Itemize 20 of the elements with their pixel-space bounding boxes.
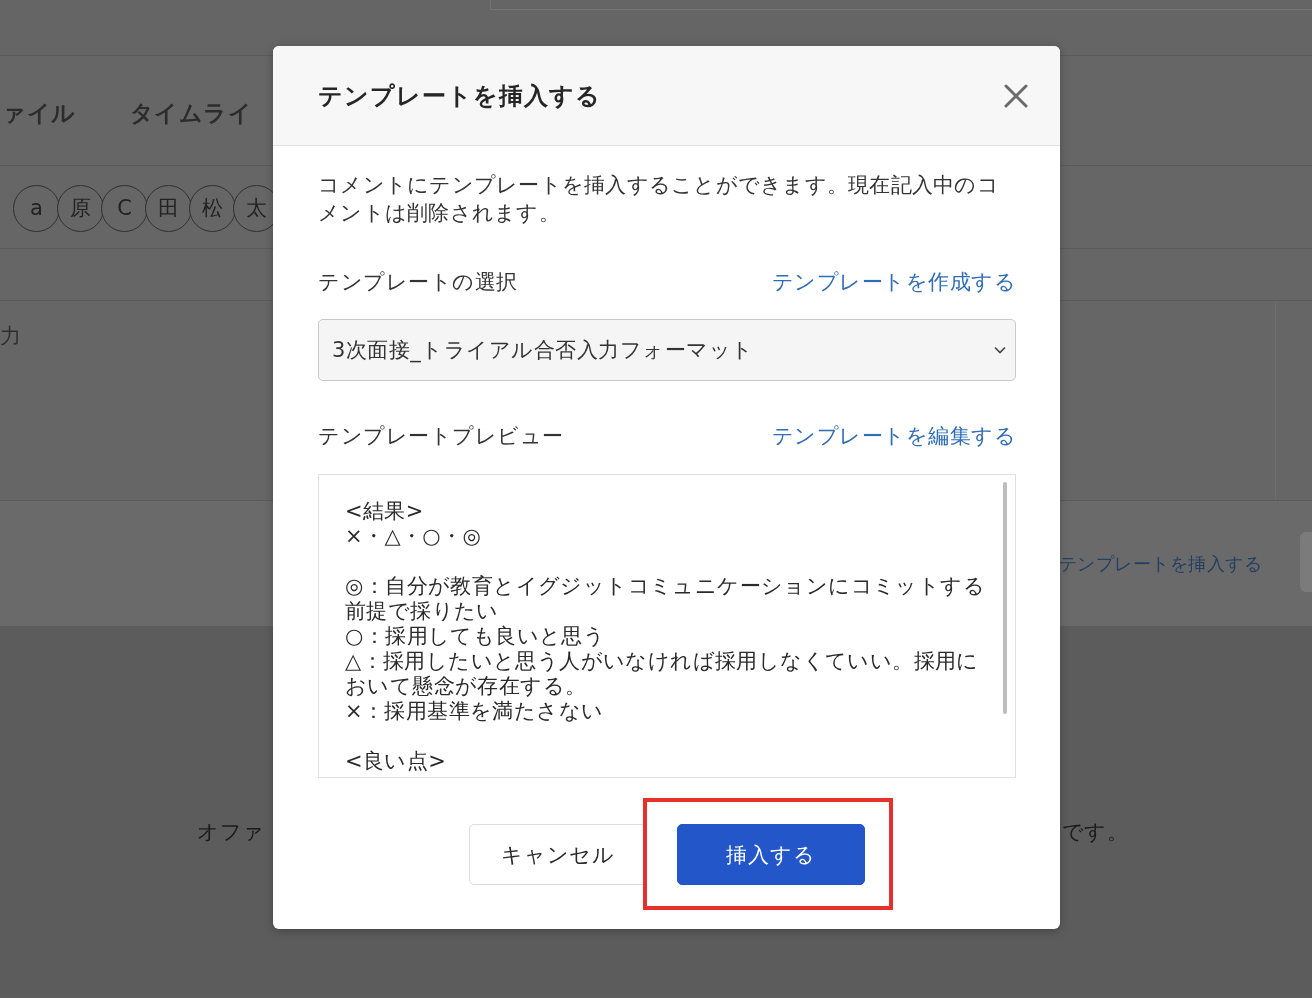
chevron-down-icon (994, 346, 1006, 354)
edit-template-link[interactable]: テンプレートを編集する (771, 423, 1016, 449)
notice-text: オファ (197, 819, 265, 845)
notice-text: です。 (1061, 819, 1128, 845)
field-label: テンプレートプレビュー (318, 423, 564, 449)
avatar: 原 (57, 184, 104, 232)
close-icon (1004, 83, 1028, 108)
dialog-title: テンプレートを挿入する (318, 80, 601, 112)
template-select[interactable]: 3次面接_トライアル合否入力フォーマット (318, 319, 1016, 381)
avatar: 田 (145, 184, 192, 232)
insert-button[interactable]: 挿入する (677, 824, 865, 885)
create-template-link[interactable]: テンプレートを作成する (771, 269, 1016, 295)
preview-text: <結果> ×・△・○・◎ ◎：自分が教育とイグジットコミュニケーションにコミットする前提で採りたい ○：採用しても良いと思う △：採用したいと思う人がいなければ採用しなくていい。採用において懸念が存在する。 ×：採用基準を満たさない <良い点> (345, 499, 986, 774)
close-button[interactable] (1004, 83, 1028, 108)
scrollbar[interactable] (1003, 482, 1007, 714)
avatar: C (101, 184, 148, 232)
dialog-description: コメントにテンプレートを挿入することができます。現在記入中のコメントは削除されます。 (318, 172, 1000, 227)
avatar: a (13, 184, 60, 232)
avatar: 松 (189, 184, 236, 232)
field-label: テンプレートの選択 (318, 269, 518, 295)
